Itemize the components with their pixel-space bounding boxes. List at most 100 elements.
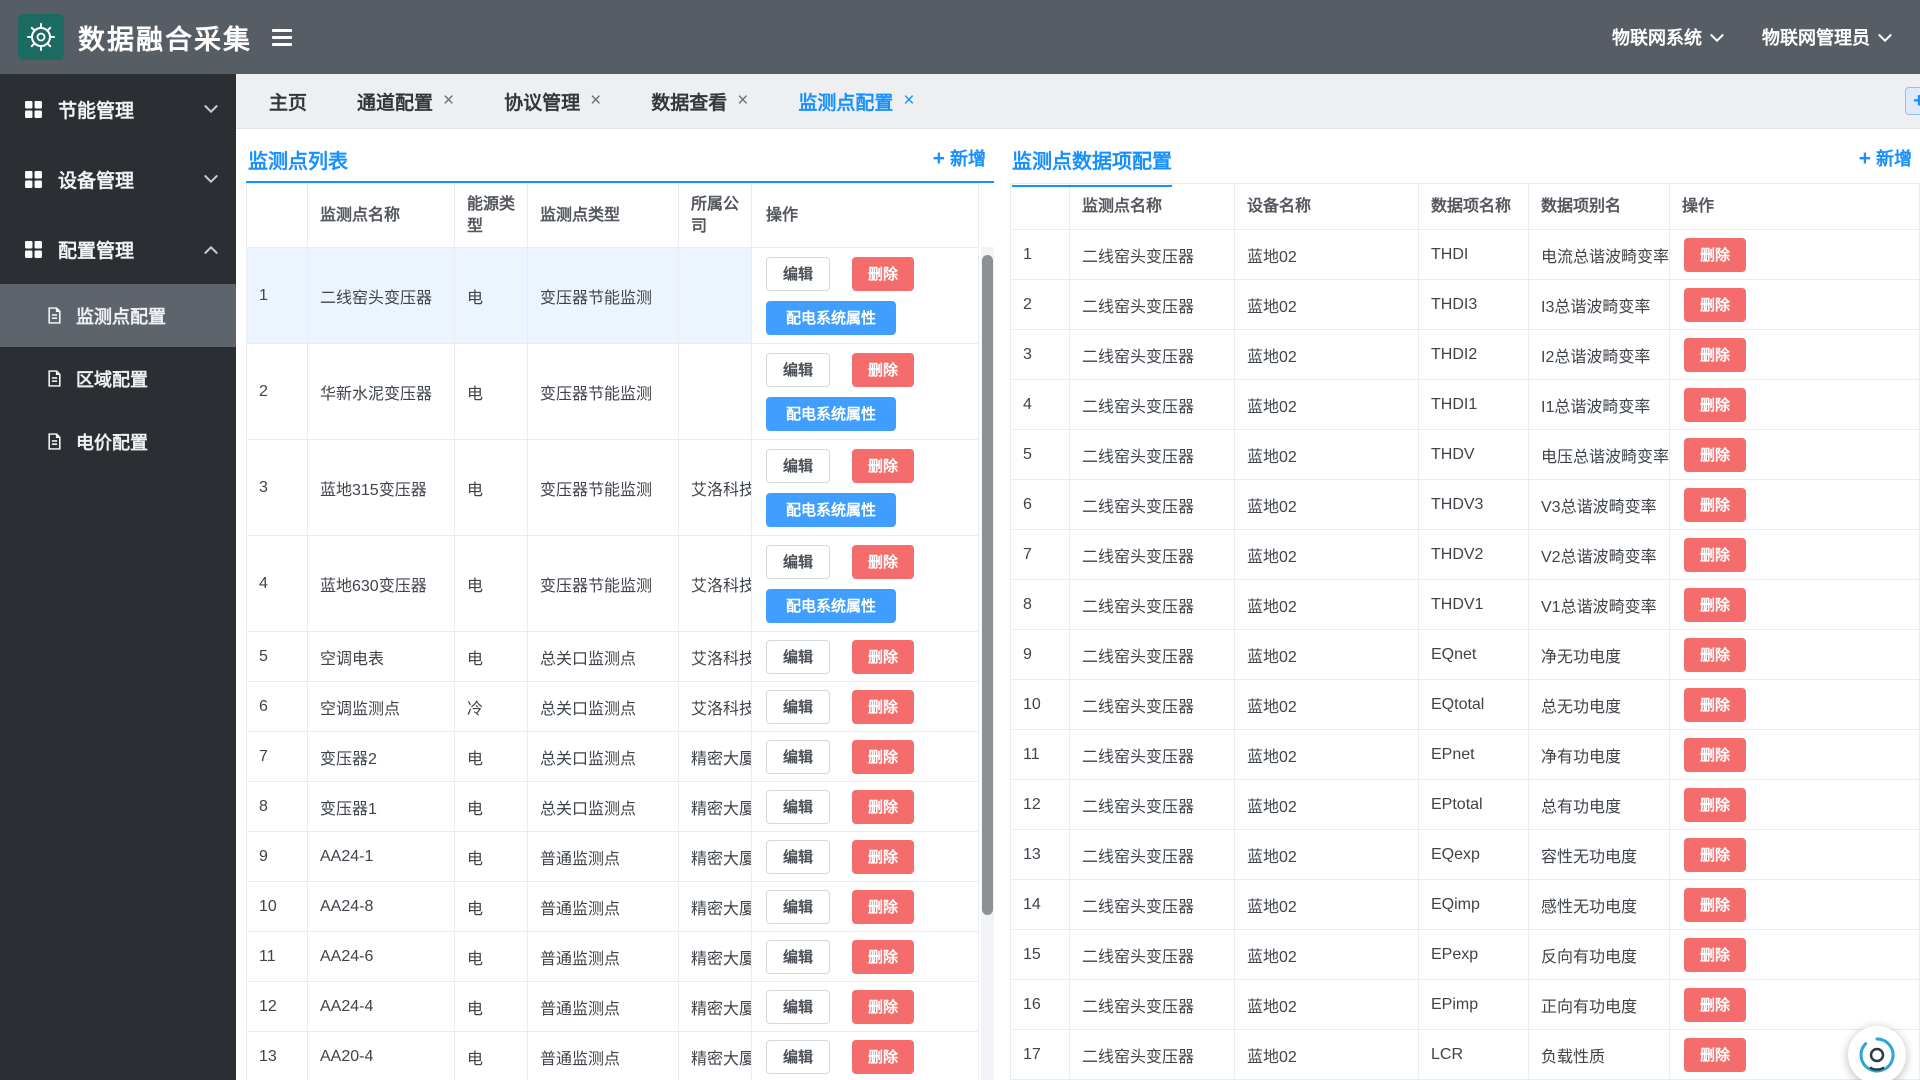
company-cell: 精密大厦 [678,731,752,782]
delete-button[interactable]: 删除 [1684,737,1747,772]
delete-button[interactable]: 删除 [852,739,915,774]
vertical-scrollbar[interactable] [981,247,994,1080]
sidebar-item[interactable]: 节能管理 [0,74,236,144]
company-cell: 艾洛科技 [678,681,752,732]
point-type-cell: 总关口监测点 [527,781,679,832]
delete-button[interactable]: 删除 [1684,287,1747,322]
point-type-cell: 变压器节能监测 [527,343,679,440]
delete-button[interactable]: 删除 [852,1039,915,1074]
edit-button[interactable]: 编辑 [766,789,831,824]
delete-button[interactable]: 删除 [852,352,915,387]
delete-button[interactable]: 删除 [1684,887,1747,922]
user-dropdown[interactable]: 物联网管理员 [1762,24,1892,50]
tab-close-icon[interactable]: × [443,90,454,112]
edit-button[interactable]: 编辑 [766,639,831,674]
tab-add-button[interactable]: + [1905,87,1920,115]
delete-button[interactable]: 删除 [1684,987,1747,1022]
tab-close-icon[interactable]: × [903,90,914,112]
point-name-cell: 华新水泥变压器 [307,343,455,440]
actions-cell: 编辑 删除 [751,831,979,882]
tab[interactable]: 协议管理 × [479,74,626,128]
delete-button[interactable]: 删除 [1684,837,1747,872]
grid-icon [24,99,44,119]
delete-button[interactable]: 删除 [1684,637,1747,672]
monitor-point-row: 6 空调监测点冷总关口监测点 艾洛科技 编辑 删除 [246,681,979,732]
edit-button[interactable]: 编辑 [766,1039,831,1074]
right-add-button[interactable]: + 新增 [1859,145,1912,171]
delete-button[interactable]: 删除 [1684,787,1747,822]
edit-button[interactable]: 编辑 [766,689,831,724]
edit-button[interactable]: 编辑 [766,256,831,291]
delete-button[interactable]: 删除 [1684,537,1747,572]
edit-button[interactable]: 编辑 [766,448,831,483]
delete-button[interactable]: 删除 [852,889,915,924]
delete-button[interactable]: 删除 [1684,1037,1747,1072]
edit-button[interactable]: 编辑 [766,352,831,387]
delete-button[interactable]: 删除 [1684,587,1747,622]
delete-button[interactable]: 删除 [852,639,915,674]
chevron-down-icon [1878,27,1892,48]
tab[interactable]: 监测点配置 × [773,74,939,128]
tab-close-icon[interactable]: × [590,90,601,112]
data-item-row: 17 二线窑头变压器 蓝地02 LCR 负载性质 删除 [1010,1029,1920,1080]
sidebar-subitem-label: 监测点配置 [76,306,166,327]
energy-type-cell: 电 [454,931,528,982]
tab[interactable]: 数据查看 × [626,74,773,128]
delete-button[interactable]: 删除 [1684,437,1747,472]
edit-button[interactable]: 编辑 [766,939,831,974]
device-name-cell: 蓝地02 [1234,679,1419,730]
sidebar-subitem[interactable]: 电价配置 [0,410,236,473]
power-system-config-button[interactable]: 配电系统属性 [766,492,897,527]
delete-button[interactable]: 删除 [852,789,915,824]
device-name-cell: 蓝地02 [1234,829,1419,880]
device-name-cell: 蓝地02 [1234,229,1419,280]
edit-button[interactable]: 编辑 [766,739,831,774]
row-index: 3 [246,439,308,536]
system-dropdown[interactable]: 物联网系统 [1612,24,1724,50]
scrollbar-thumb[interactable] [982,255,993,915]
delete-button[interactable]: 删除 [852,544,915,579]
actions-cell: 编辑 删除配电系统属性 [751,535,979,632]
row-index: 8 [1010,579,1070,630]
sidebar-subitem[interactable]: 监测点配置 [0,284,236,347]
data-item-table: 监测点名称 设备名称 数据项名称 数据项别名 操作 1 二线窑头变压器 蓝地02 THDI 电流… [1010,183,1920,1080]
data-alias-cell: I1总谐波畸变率 [1528,379,1670,430]
delete-button[interactable]: 删除 [1684,237,1747,272]
edit-button[interactable]: 编辑 [766,989,831,1024]
data-item-row: 4 二线窑头变压器 蓝地02 THDI1 I1总谐波畸变率 删除 [1010,379,1920,430]
power-system-config-button[interactable]: 配电系统属性 [766,396,897,431]
delete-button[interactable]: 删除 [1684,387,1747,422]
edit-button[interactable]: 编辑 [766,544,831,579]
delete-button[interactable]: 删除 [852,689,915,724]
sidebar-item[interactable]: 配置管理 [0,214,236,284]
delete-button[interactable]: 删除 [852,256,915,291]
power-system-config-button[interactable]: 配电系统属性 [766,300,897,335]
left-add-button[interactable]: + 新增 [933,145,986,171]
tab-close-icon[interactable]: × [737,90,748,112]
delete-button[interactable]: 删除 [1684,337,1747,372]
floating-badge[interactable] [1848,1026,1906,1080]
delete-button[interactable]: 删除 [852,939,915,974]
device-name-cell: 蓝地02 [1234,579,1419,630]
sidebar-subitem[interactable]: 区域配置 [0,347,236,410]
column-header: 操作 [1669,183,1920,230]
point-name-cell: 二线窑头变压器 [1069,679,1235,730]
app-title: 数据融合采集 [78,24,252,55]
device-name-cell: 蓝地02 [1234,929,1419,980]
delete-button[interactable]: 删除 [1684,487,1747,522]
tab[interactable]: 通道配置 × [332,74,479,128]
data-alias-cell: 电流总谐波畸变率 [1528,229,1670,280]
sidebar-item[interactable]: 设备管理 [0,144,236,214]
delete-button[interactable]: 删除 [1684,687,1747,722]
edit-button[interactable]: 编辑 [766,839,831,874]
delete-button[interactable]: 删除 [1684,937,1747,972]
power-system-config-button[interactable]: 配电系统属性 [766,588,897,623]
delete-button[interactable]: 删除 [852,989,915,1024]
edit-button[interactable]: 编辑 [766,889,831,924]
tab[interactable]: 主页 [244,74,332,128]
energy-type-cell: 冷 [454,681,528,732]
hamburger-menu-icon[interactable] [272,28,292,46]
actions-cell: 删除 [1669,579,1920,630]
delete-button[interactable]: 删除 [852,839,915,874]
delete-button[interactable]: 删除 [852,448,915,483]
